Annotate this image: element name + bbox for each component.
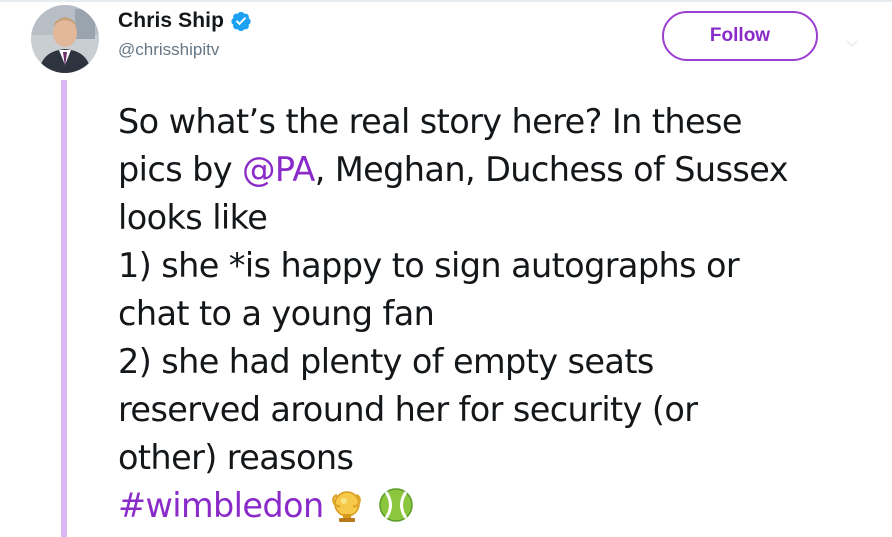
trophy-icon <box>328 487 364 536</box>
tweet-line: chat to a young fan <box>118 294 435 333</box>
tweet-card: Chris Ship @chrisshipitv Follow So what’… <box>0 0 892 537</box>
tweet-line: #wimbledon <box>118 482 878 536</box>
tweet-line: reserved around her for security (or <box>118 390 698 429</box>
tennis-ball-icon <box>378 487 414 536</box>
avatar[interactable] <box>31 5 99 73</box>
tweet-line: So what’s the real story here? In these <box>118 102 742 141</box>
verified-badge-icon <box>230 10 252 32</box>
author-name-row[interactable]: Chris Ship <box>118 9 252 33</box>
follow-button[interactable]: Follow <box>662 11 818 61</box>
tweet-line: other) reasons <box>118 438 354 477</box>
tweet-line: looks like <box>118 198 268 237</box>
author-display-name[interactable]: Chris Ship <box>118 9 224 33</box>
tweet-text-segment: pics by <box>118 150 243 189</box>
mention-link[interactable]: @PA <box>242 150 315 189</box>
tweet-line: 1) she *is happy to sign autographs or <box>118 246 740 285</box>
tweet-line: 2) she had plenty of empty seats <box>118 342 654 381</box>
tweet-text-segment: , Meghan, Duchess of Sussex <box>314 150 789 189</box>
tweet-text: So what’s the real story here? In these … <box>118 98 878 536</box>
tweet-line: pics by @PA, Meghan, Duchess of Sussex <box>118 146 878 194</box>
author-handle[interactable]: @chrisshipitv <box>118 40 219 60</box>
chevron-down-icon[interactable] <box>846 40 858 48</box>
thread-line <box>61 80 67 537</box>
divider <box>0 0 892 2</box>
hashtag-link[interactable]: #wimbledon <box>118 486 324 525</box>
